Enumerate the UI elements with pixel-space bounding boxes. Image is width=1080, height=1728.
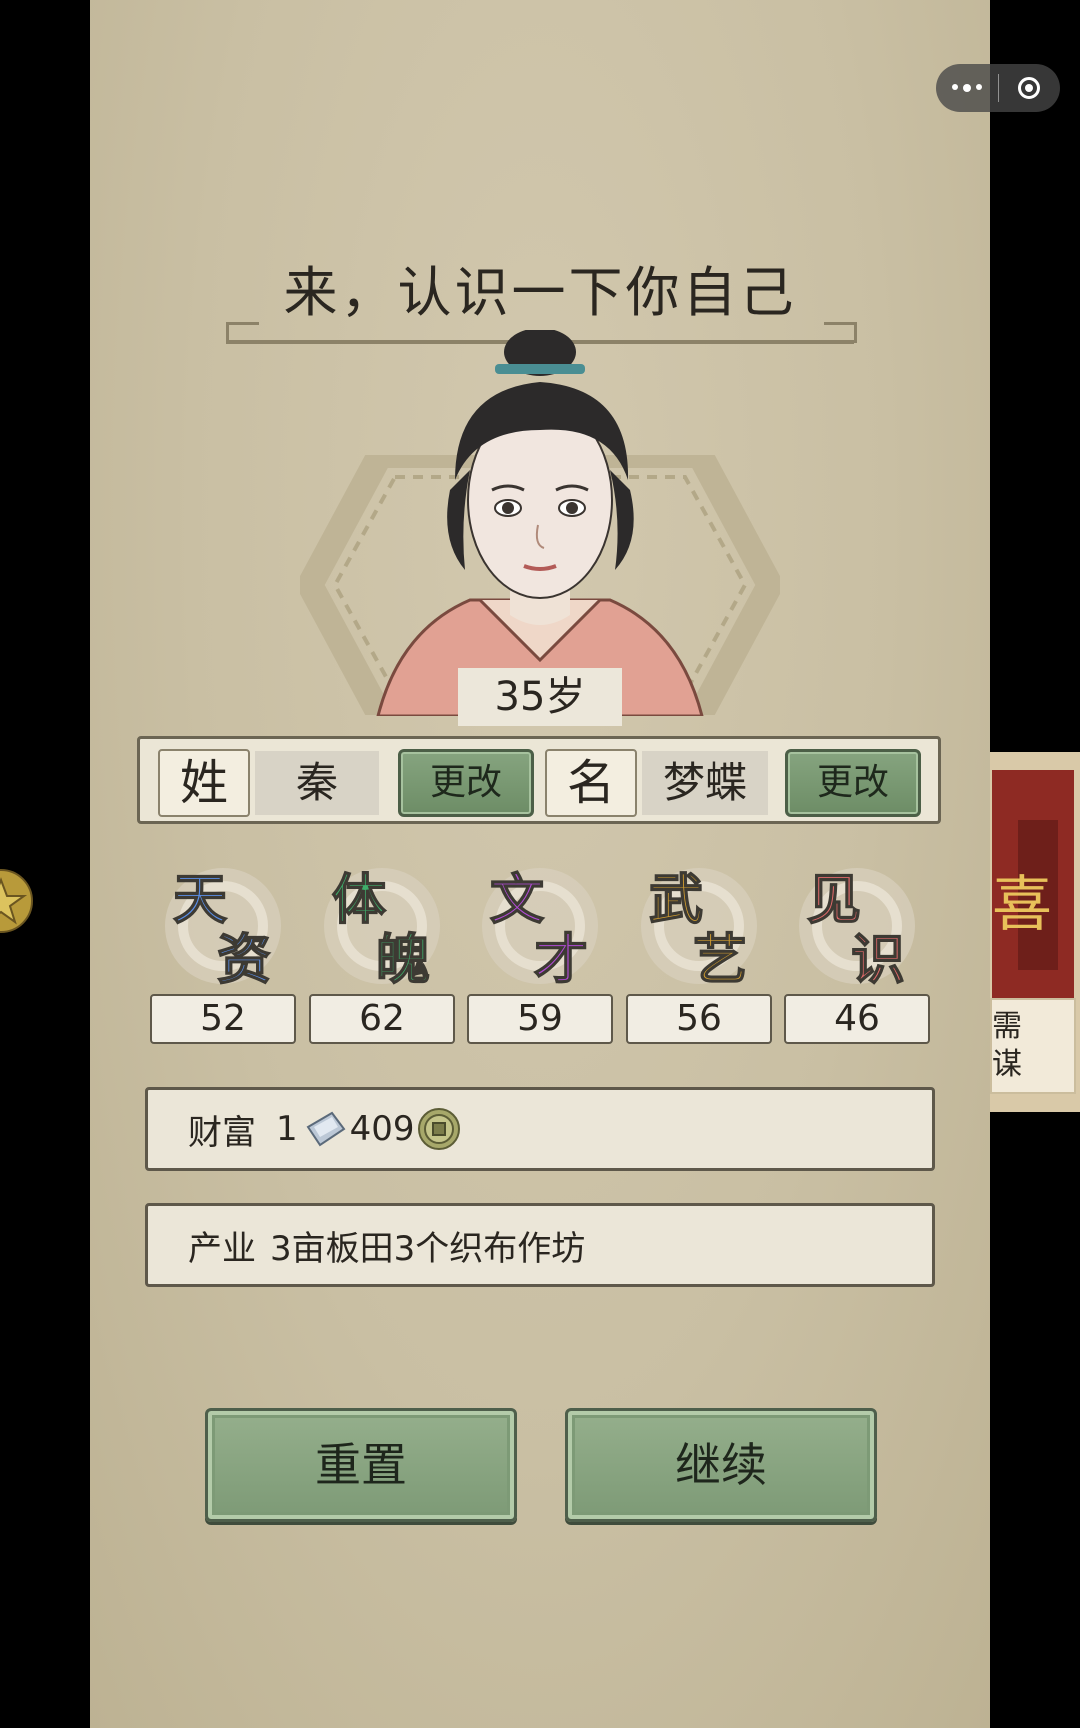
stat-value-4: 46 — [784, 994, 930, 1044]
character-portrait — [376, 330, 704, 716]
stat-emblem-1: 体魄 — [324, 866, 440, 992]
continue-button[interactable]: 继续 — [565, 1408, 877, 1522]
given-name-tag: 名 — [545, 749, 637, 817]
silver-ingot-icon — [306, 1111, 346, 1147]
stat-name-char: 武 — [649, 867, 703, 931]
stat-value-3: 56 — [626, 994, 772, 1044]
age-label: 35岁 — [458, 668, 622, 726]
more-dots-icon — [951, 84, 982, 92]
mini-program-capsule — [936, 64, 1060, 112]
stat-name-char: 艺 — [693, 927, 747, 991]
stat-name-char: 体 — [332, 867, 386, 931]
side-card-note: 需 谋 — [990, 998, 1076, 1094]
page-title: 来，认识一下你自己 — [283, 261, 797, 324]
stat-name-char: 才 — [534, 927, 588, 991]
more-menu-button[interactable] — [936, 64, 998, 112]
change-given-name-button[interactable]: 更改 — [785, 749, 921, 817]
stat-name-char: 识 — [851, 927, 905, 991]
stat-name-char: 见 — [807, 867, 861, 931]
reset-button[interactable]: 重置 — [205, 1408, 517, 1522]
stat-emblem-3: 武艺 — [641, 866, 757, 992]
property-label: 产业 — [188, 1228, 256, 1269]
stat-name-char: 文 — [490, 867, 544, 931]
silver-count: 1 — [276, 1109, 298, 1149]
close-miniprogram-button[interactable] — [999, 64, 1061, 112]
property-text: 3亩板田3个织布作坊 — [270, 1228, 586, 1269]
wealth-label: 财富 — [188, 1112, 256, 1153]
surname-tag: 姓 — [158, 749, 250, 817]
side-card-text: 需 谋 — [992, 1009, 1022, 1082]
stat-name-char: 资 — [217, 927, 271, 991]
side-card-glyph: 喜 — [992, 870, 1052, 940]
surname-value: 秦 — [255, 751, 379, 815]
stat-emblem-0: 天资 — [165, 866, 281, 992]
side-event-card[interactable]: 喜 需 谋 — [990, 752, 1080, 1112]
copper-coin-icon — [417, 1108, 460, 1150]
stat-emblem-2: 文才 — [482, 866, 598, 992]
star-coin-icon[interactable] — [0, 868, 34, 934]
stat-value-0: 52 — [150, 994, 296, 1044]
stat-value-2: 59 — [467, 994, 613, 1044]
stat-emblem-4: 见识 — [799, 866, 915, 992]
coin-count: 409 — [349, 1109, 415, 1149]
target-close-icon — [1018, 77, 1041, 99]
stat-name-char: 天 — [173, 867, 227, 931]
side-card-image: 喜 — [992, 770, 1074, 1006]
wealth-box: 财富 1 409 — [145, 1087, 935, 1171]
given-name-value: 梦蝶 — [642, 751, 768, 815]
property-box: 产业 3亩板田3个织布作坊 — [145, 1203, 935, 1287]
stat-name-char: 魄 — [376, 927, 430, 991]
name-bar: 姓 秦 更改 名 梦蝶 更改 — [137, 736, 941, 824]
stat-value-1: 62 — [309, 994, 455, 1044]
change-surname-button[interactable]: 更改 — [398, 749, 534, 817]
